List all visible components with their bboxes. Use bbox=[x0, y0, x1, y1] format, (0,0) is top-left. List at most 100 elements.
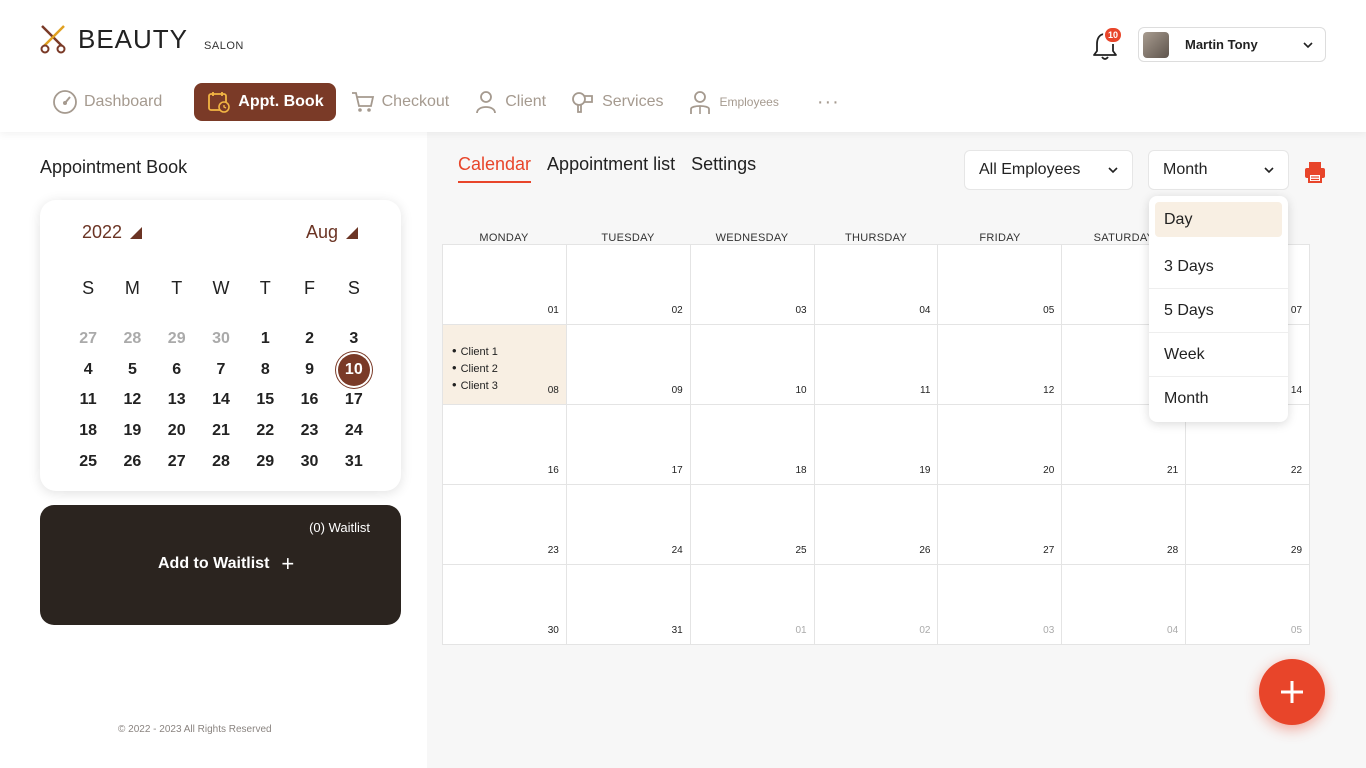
year-selector[interactable]: 2022 bbox=[82, 222, 143, 243]
day-cell[interactable]: 22 bbox=[243, 422, 287, 440]
appointment-item[interactable]: Client 3 bbox=[452, 377, 498, 394]
printer-icon[interactable] bbox=[1303, 160, 1327, 184]
day-cell[interactable]: 15 bbox=[243, 391, 287, 409]
calendar-day[interactable]: 03 bbox=[690, 245, 815, 325]
calendar-day[interactable]: 20 bbox=[938, 405, 1063, 485]
gauge-icon bbox=[53, 90, 77, 114]
calendar-day[interactable]: 09 bbox=[566, 325, 691, 405]
calendar-day[interactable]: 27 bbox=[938, 485, 1063, 565]
calendar-day[interactable]: 05 bbox=[938, 245, 1063, 325]
calendar-day[interactable]: 05 bbox=[1186, 565, 1311, 645]
day-cell[interactable]: 27 bbox=[155, 453, 199, 471]
calendar-day[interactable]: 16 bbox=[443, 405, 567, 485]
calendar-day[interactable]: 01 bbox=[690, 565, 815, 645]
calendar-day[interactable]: 11 bbox=[814, 325, 939, 405]
view-option-day[interactable]: Day bbox=[1155, 202, 1282, 237]
day-cell[interactable]: 5 bbox=[110, 361, 154, 379]
calendar-day[interactable]: 26 bbox=[814, 485, 939, 565]
view-option-5-days[interactable]: 5 Days bbox=[1149, 289, 1288, 333]
day-cell[interactable]: 4 bbox=[66, 361, 110, 379]
nav-services[interactable]: Services bbox=[568, 83, 673, 121]
calendar-day[interactable]: 02 bbox=[566, 245, 691, 325]
day-cell[interactable]: 28 bbox=[110, 330, 154, 348]
calendar-day[interactable]: 04 bbox=[1062, 565, 1187, 645]
year-label: 2022 bbox=[82, 222, 123, 242]
tab-appointment-list[interactable]: Appointment list bbox=[547, 154, 675, 183]
day-cell[interactable]: 27 bbox=[66, 330, 110, 348]
view-option-3-days[interactable]: 3 Days bbox=[1149, 245, 1288, 289]
day-cell[interactable]: 16 bbox=[287, 391, 331, 409]
day-cell[interactable]: 19 bbox=[110, 422, 154, 440]
tab-calendar[interactable]: Calendar bbox=[458, 154, 532, 183]
calendar-day[interactable]: 12 bbox=[938, 325, 1063, 405]
day-cell-today[interactable]: 10 bbox=[332, 353, 376, 386]
calendar-day[interactable]: 24 bbox=[566, 485, 691, 565]
day-cell[interactable]: 29 bbox=[243, 453, 287, 471]
day-cell[interactable]: 11 bbox=[66, 391, 110, 409]
day-cell[interactable]: 21 bbox=[199, 422, 243, 440]
day-cell[interactable]: 24 bbox=[332, 422, 376, 440]
nav-dashboard[interactable]: Dashboard bbox=[50, 83, 172, 121]
view-select[interactable]: Month bbox=[1148, 150, 1289, 190]
calendar-day[interactable]: 30 bbox=[443, 565, 567, 645]
nav-appt-book[interactable]: Appt. Book bbox=[194, 83, 336, 121]
day-cell[interactable]: 31 bbox=[332, 453, 376, 471]
waitlist-count[interactable]: (0) Waitlist bbox=[309, 520, 370, 535]
day-cell[interactable]: 2 bbox=[287, 330, 331, 348]
nav-employees[interactable]: Employees bbox=[685, 83, 788, 121]
add-to-waitlist-button[interactable]: Add to Waitlist + bbox=[158, 553, 294, 575]
calendar-day[interactable]: 31 bbox=[566, 565, 691, 645]
calendar-day[interactable]: 04 bbox=[814, 245, 939, 325]
calendar-day[interactable]: 29 bbox=[1186, 485, 1311, 565]
day-cell[interactable]: 1 bbox=[243, 330, 287, 348]
day-cell[interactable]: 7 bbox=[199, 361, 243, 379]
calendar-day[interactable]: 18 bbox=[690, 405, 815, 485]
tab-settings[interactable]: Settings bbox=[691, 154, 756, 183]
top-header: BEAUTY SALON 10 Martin Tony Dashboard Ap… bbox=[0, 0, 1366, 132]
add-appointment-button[interactable] bbox=[1259, 659, 1325, 725]
view-option-week[interactable]: Week bbox=[1149, 333, 1288, 377]
appointment-item[interactable]: Client 1 bbox=[452, 343, 498, 360]
nav-checkout[interactable]: Checkout bbox=[348, 83, 460, 121]
logo[interactable]: BEAUTY SALON bbox=[38, 24, 244, 54]
day-cell[interactable]: 20 bbox=[155, 422, 199, 440]
more-icon[interactable]: ··· bbox=[817, 83, 840, 121]
employee-select-value: All Employees bbox=[979, 161, 1081, 178]
calendar-day[interactable]: 03 bbox=[938, 565, 1063, 645]
employee-select[interactable]: All Employees bbox=[964, 150, 1133, 190]
day-cell[interactable]: 29 bbox=[155, 330, 199, 348]
person-icon bbox=[476, 91, 497, 114]
day-cell[interactable]: 12 bbox=[110, 391, 154, 409]
day-cell[interactable]: 8 bbox=[243, 361, 287, 379]
nav-label: Checkout bbox=[381, 93, 450, 110]
nav-client[interactable]: Client bbox=[471, 83, 556, 121]
calendar-day[interactable]: 17 bbox=[566, 405, 691, 485]
day-cell[interactable]: 18 bbox=[66, 422, 110, 440]
day-cell[interactable]: 25 bbox=[66, 453, 110, 471]
day-cell[interactable]: 6 bbox=[155, 361, 199, 379]
day-cell[interactable]: 28 bbox=[199, 453, 243, 471]
calendar-day-with-appointments[interactable]: Client 1 Client 2 Client 3 08 bbox=[443, 325, 567, 405]
day-header: MONDAY bbox=[479, 232, 529, 244]
day-cell[interactable]: 26 bbox=[110, 453, 154, 471]
day-cell[interactable]: 17 bbox=[332, 391, 376, 409]
day-cell[interactable]: 13 bbox=[155, 391, 199, 409]
calendar-day[interactable]: 23 bbox=[443, 485, 567, 565]
day-number: 05 bbox=[1290, 625, 1303, 636]
day-cell[interactable]: 14 bbox=[199, 391, 243, 409]
calendar-day[interactable]: 25 bbox=[690, 485, 815, 565]
day-cell[interactable]: 9 bbox=[287, 361, 331, 379]
day-cell[interactable]: 23 bbox=[287, 422, 331, 440]
day-cell[interactable]: 3 bbox=[332, 330, 376, 348]
calendar-day[interactable]: 02 bbox=[814, 565, 939, 645]
view-option-month[interactable]: Month bbox=[1149, 377, 1288, 421]
calendar-day[interactable]: 28 bbox=[1062, 485, 1187, 565]
appointment-item[interactable]: Client 2 bbox=[452, 360, 498, 377]
day-cell[interactable]: 30 bbox=[199, 330, 243, 348]
day-cell[interactable]: 30 bbox=[287, 453, 331, 471]
calendar-day[interactable]: 19 bbox=[814, 405, 939, 485]
calendar-day[interactable]: 01 bbox=[443, 245, 567, 325]
user-menu[interactable]: Martin Tony bbox=[1138, 27, 1326, 62]
month-selector[interactable]: Aug bbox=[306, 222, 359, 243]
calendar-day[interactable]: 10 bbox=[690, 325, 815, 405]
